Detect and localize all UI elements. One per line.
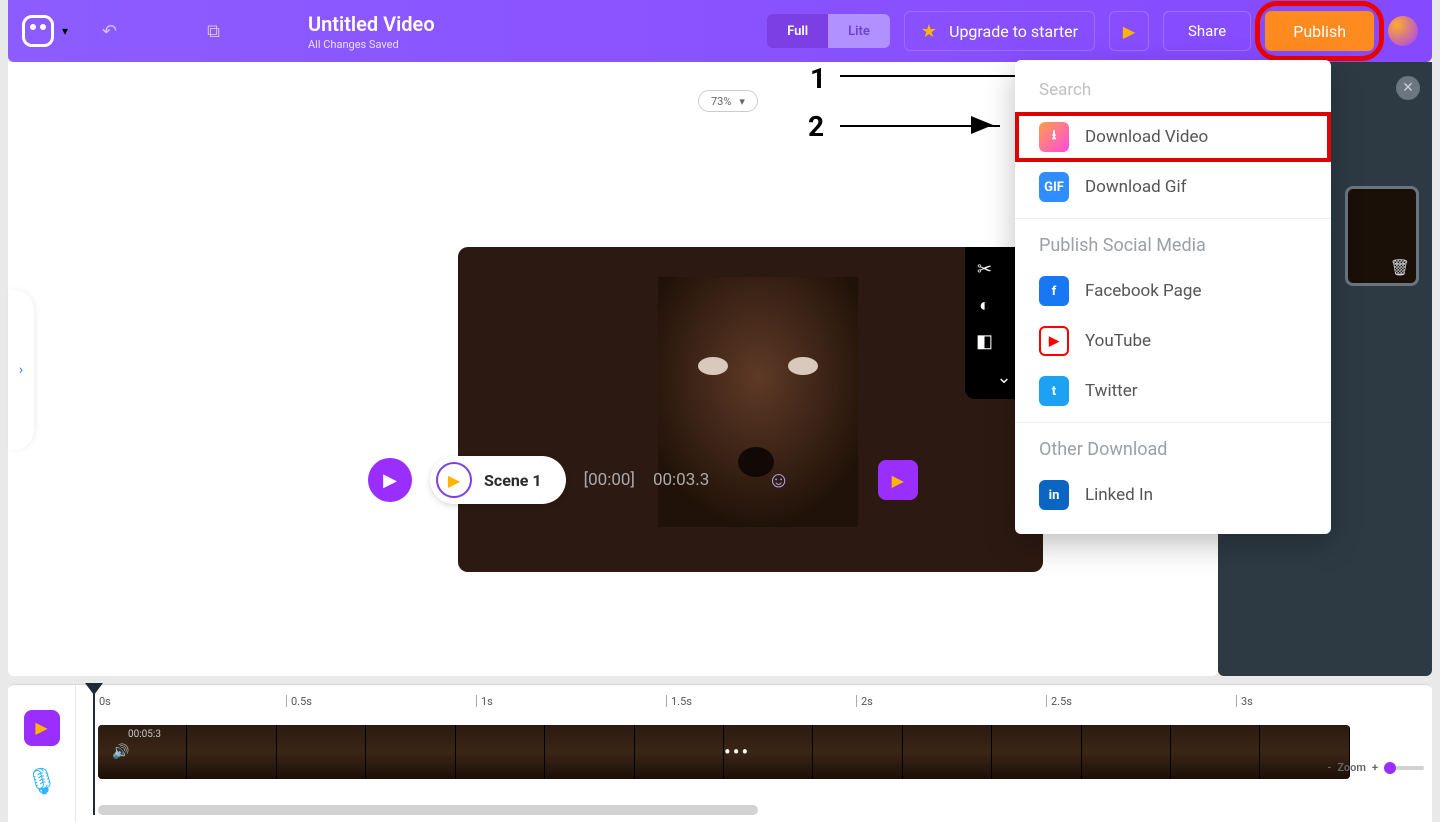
section-heading-social: Publish Social Media: [1015, 225, 1331, 266]
menu-label: Download Video: [1085, 127, 1208, 147]
user-avatar[interactable]: [1388, 16, 1418, 46]
zoom-label: Zoom: [1337, 761, 1366, 774]
twitter-icon: t: [1039, 376, 1069, 406]
annotation-arrow-2: [840, 125, 1000, 127]
cut-icon[interactable]: ✂: [977, 259, 992, 280]
publish-menu: Search ⭳ Download Video GIF Download Gif…: [1015, 60, 1331, 534]
top-bar: ▾ ↶ ⧉ Untitled Video All Changes Saved F…: [8, 0, 1432, 62]
youtube-icon: ▶: [1039, 326, 1069, 356]
publish-search[interactable]: Search: [1015, 68, 1331, 112]
play-button[interactable]: ▶: [368, 458, 412, 502]
tick: 2.5s: [1046, 695, 1072, 707]
scene-label: Scene 1: [484, 471, 542, 490]
publish-button[interactable]: Publish: [1265, 11, 1374, 51]
publish-label: Publish: [1293, 22, 1346, 41]
menu-download-video[interactable]: ⭳ Download Video: [1015, 112, 1331, 162]
scene-play-icon[interactable]: ▶: [436, 462, 472, 498]
tick: 1.5s: [666, 695, 692, 707]
share-button[interactable]: Share: [1163, 11, 1251, 51]
close-panel-icon[interactable]: ✕: [1396, 76, 1420, 100]
scene-selector[interactable]: ▶ Scene 1: [430, 456, 566, 504]
logo-dropdown-icon[interactable]: ▾: [62, 24, 68, 38]
video-clip[interactable]: 🔊 00:05:3 •••: [98, 725, 1350, 779]
timeline: ▶ 🎙 0s 0.5s 1s 1.5s 2s 2.5s 3s 🔊 00:05:3…: [8, 684, 1432, 822]
scene-playbar: ▶ ▶ Scene 1 [00:00] 00:03.3 ☺ ▶ ⌖: [368, 456, 1028, 504]
opacity-icon[interactable]: ◧: [976, 331, 993, 352]
zoom-in-icon[interactable]: +: [1372, 761, 1378, 774]
menu-separator: [1015, 218, 1331, 219]
annotation-2: 2: [808, 110, 824, 143]
preview-play-button[interactable]: ▶: [1109, 11, 1149, 51]
menu-linkedin[interactable]: in Linked In: [1015, 470, 1331, 520]
zoom-out-icon[interactable]: -: [1327, 761, 1331, 774]
clip-icon[interactable]: ▶: [878, 460, 918, 500]
mode-full[interactable]: Full: [767, 14, 828, 48]
timecode-duration: 00:03.3: [653, 470, 709, 490]
more-tools-icon[interactable]: ⌄: [996, 367, 1011, 388]
person-icon[interactable]: ☺: [767, 467, 789, 493]
app-logo[interactable]: [22, 15, 54, 47]
menu-label: Twitter: [1085, 381, 1137, 401]
contrast-icon[interactable]: ◐: [979, 295, 990, 316]
facebook-icon: f: [1039, 276, 1069, 306]
upgrade-button[interactable]: ★ Upgrade to starter: [904, 11, 1095, 51]
tick: 1s: [476, 695, 493, 707]
menu-label: Download Gif: [1085, 177, 1187, 197]
tick: 3s: [1236, 695, 1253, 707]
menu-twitter[interactable]: t Twitter: [1015, 366, 1331, 416]
playhead[interactable]: [93, 685, 95, 815]
scene-thumbnail[interactable]: 🗑: [1345, 186, 1419, 286]
upgrade-label: Upgrade to starter: [949, 22, 1078, 41]
time-ruler[interactable]: 0s 0.5s 1s 1.5s 2s 2.5s 3s: [76, 695, 1352, 713]
timeline-tools: ▶ 🎙: [8, 685, 76, 822]
undo-icon[interactable]: ↶: [102, 21, 117, 42]
chevron-down-icon: ▾: [739, 95, 745, 108]
download-gif-icon: GIF: [1039, 172, 1069, 202]
clip-time: 00:05:3: [128, 729, 161, 740]
volume-icon[interactable]: 🔊: [112, 744, 129, 760]
tick: 0.5s: [286, 695, 312, 707]
menu-separator: [1015, 422, 1331, 423]
section-heading-other: Other Download: [1015, 429, 1331, 470]
video-preview[interactable]: ✂ ✥ ◐ ⛶ ◧ ↻ ⌄: [458, 247, 1043, 572]
menu-label: YouTube: [1085, 331, 1151, 351]
menu-youtube[interactable]: ▶ YouTube: [1015, 316, 1331, 366]
linkedin-icon: in: [1039, 480, 1069, 510]
zoom-level-pill[interactable]: 73% ▾: [698, 90, 758, 112]
left-drawer-toggle[interactable]: ›: [8, 290, 34, 450]
zoom-value: 73%: [711, 95, 731, 108]
download-video-icon: ⭳: [1039, 122, 1069, 152]
menu-label: Linked In: [1085, 485, 1153, 505]
menu-download-gif[interactable]: GIF Download Gif: [1015, 162, 1331, 212]
tick: 2s: [856, 695, 873, 707]
copy-icon[interactable]: ⧉: [207, 21, 220, 42]
timeline-zoom[interactable]: - Zoom +: [1327, 761, 1424, 774]
delete-icon[interactable]: 🗑: [1390, 258, 1410, 277]
clip-more-icon[interactable]: •••: [724, 740, 750, 764]
timeline-scrollbar[interactable]: [98, 805, 758, 815]
star-icon: ★: [921, 21, 937, 42]
menu-label: Facebook Page: [1085, 281, 1202, 301]
video-track-icon[interactable]: ▶: [24, 710, 60, 746]
save-status: All Changes Saved: [308, 38, 435, 51]
mode-lite[interactable]: Lite: [828, 14, 890, 48]
project-title[interactable]: Untitled Video: [308, 12, 435, 36]
timecode-in: [00:00]: [584, 470, 635, 490]
menu-facebook[interactable]: f Facebook Page: [1015, 266, 1331, 316]
annotation-1: 1: [810, 62, 826, 95]
audio-track-icon[interactable]: 🎙: [25, 767, 58, 797]
zoom-slider[interactable]: [1384, 766, 1424, 770]
mode-toggle[interactable]: Full Lite: [767, 14, 890, 48]
